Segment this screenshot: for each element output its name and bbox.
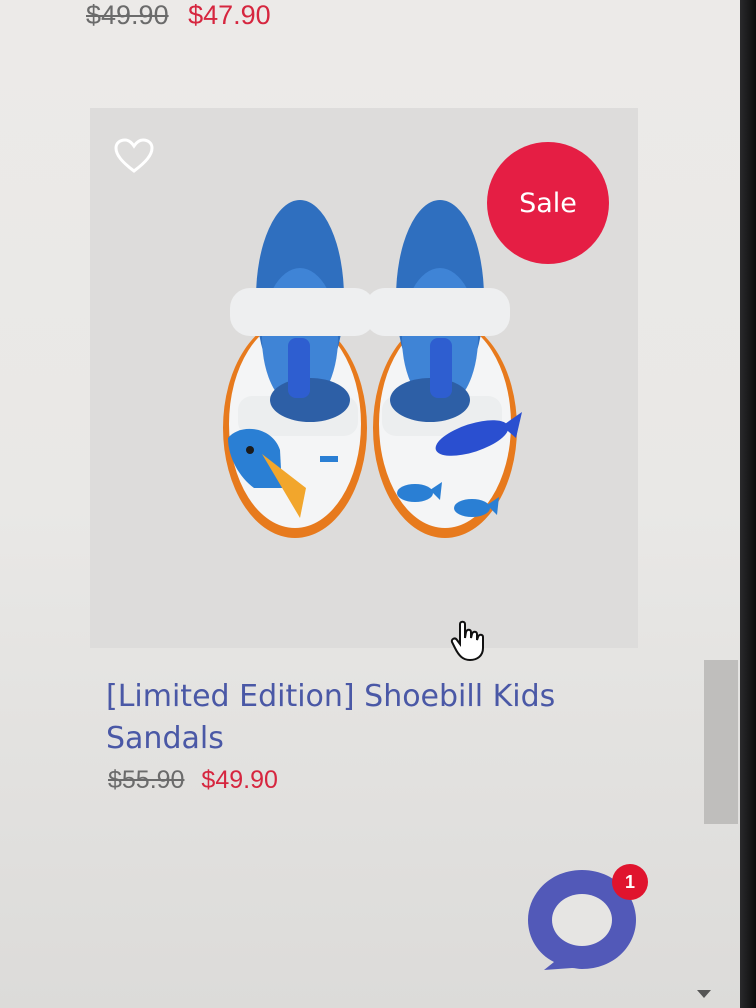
hand-pointer-cursor-icon (450, 620, 484, 662)
product-image[interactable]: Sale (90, 108, 638, 648)
product-original-price: $55.90 (108, 766, 185, 794)
product-title-link[interactable]: [Limited Edition] Shoebill Kids Sandals (106, 676, 576, 760)
chat-unread-badge: 1 (612, 864, 648, 900)
scrollbar-thumb[interactable] (704, 660, 738, 824)
heart-icon[interactable] (114, 138, 154, 174)
product-price-row: $55.90 $49.90 (108, 766, 278, 795)
previous-product-price-row: $49.90 $47.90 (86, 0, 271, 31)
screen: $49.90 $47.90 Sale [Limited Edition] Sho… (0, 0, 740, 1008)
product-sale-price: $49.90 (201, 766, 278, 794)
previous-sale-price: $47.90 (188, 0, 271, 30)
monitor-bezel (740, 0, 756, 1008)
shoes-illustration (223, 200, 522, 538)
previous-original-price: $49.90 (86, 0, 169, 30)
scroll-down-arrow-icon[interactable] (697, 990, 711, 998)
